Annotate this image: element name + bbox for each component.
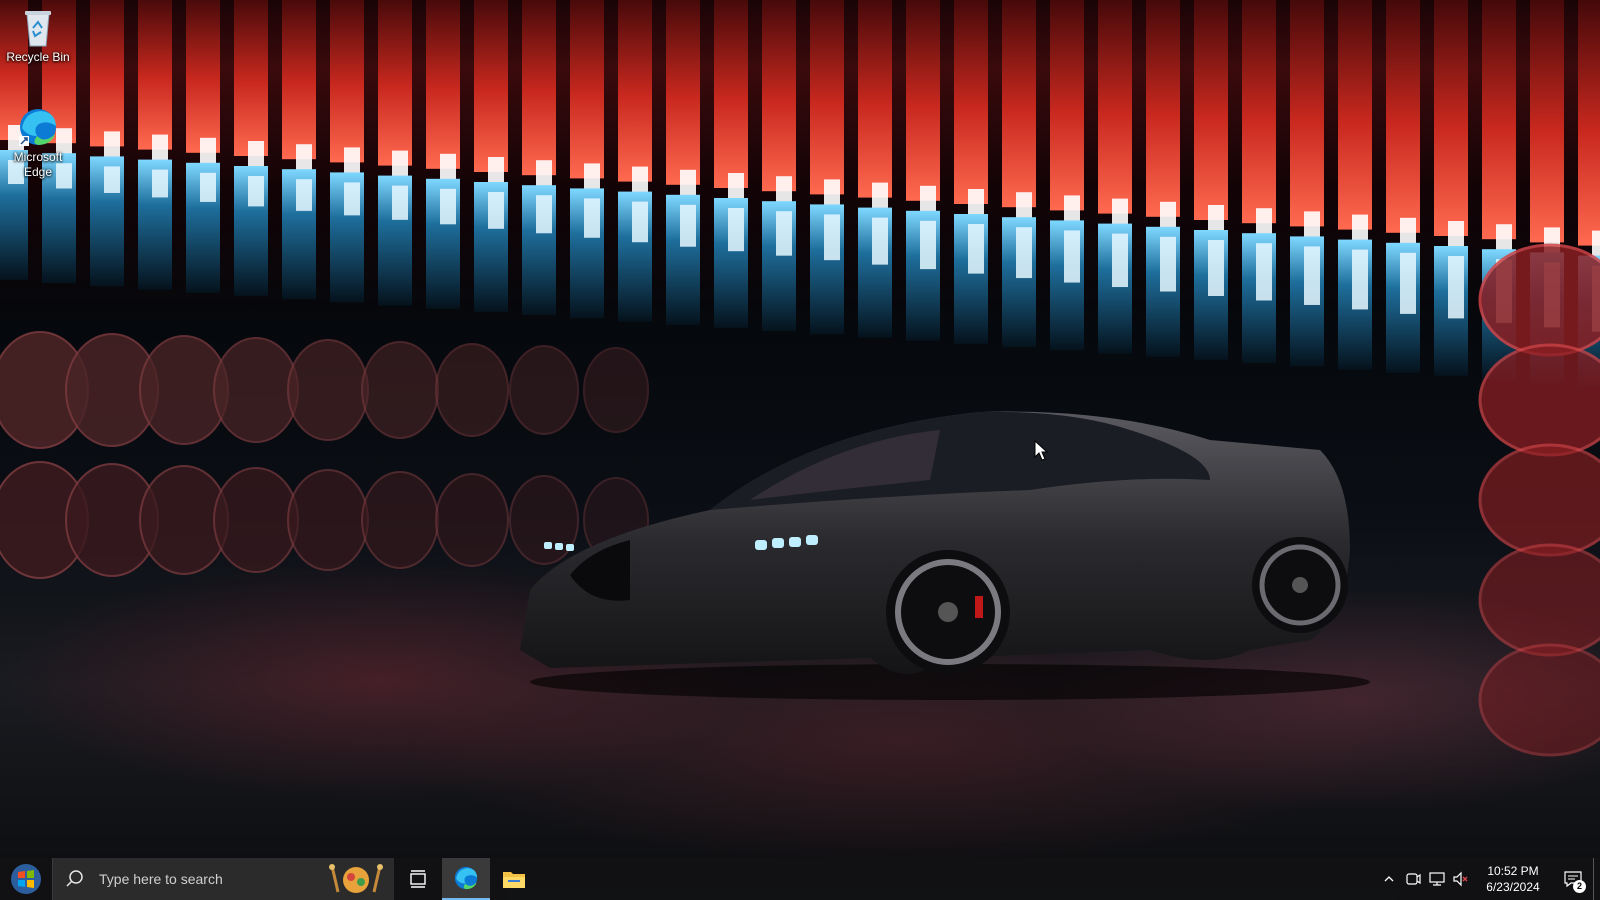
show-desktop-button[interactable] bbox=[1593, 858, 1600, 900]
taskbar: 10:52 PM 6/23/2024 2 bbox=[0, 858, 1600, 900]
notification-count-badge: 2 bbox=[1573, 880, 1586, 893]
network-icon bbox=[1429, 872, 1445, 886]
action-center-button[interactable]: 2 bbox=[1553, 858, 1593, 900]
start-button[interactable] bbox=[0, 858, 52, 900]
chevron-up-icon bbox=[1384, 876, 1394, 882]
folder-icon bbox=[503, 872, 525, 888]
edge-icon bbox=[454, 866, 478, 890]
edge-desktop-icon[interactable]: Microsoft Edge bbox=[0, 106, 76, 180]
show-hidden-icons-button[interactable] bbox=[1377, 858, 1401, 900]
search-box[interactable] bbox=[52, 858, 394, 900]
desktop-wallpaper bbox=[0, 0, 1600, 858]
wallpaper-barrels-right bbox=[1478, 243, 1600, 757]
recycle-bin-icon bbox=[25, 11, 51, 47]
search-highlight-icon bbox=[329, 864, 383, 893]
volume-button[interactable] bbox=[1449, 858, 1473, 900]
wallpaper-car bbox=[520, 411, 1370, 700]
mouse-cursor-icon bbox=[1034, 440, 1048, 461]
clock-time: 10:52 PM bbox=[1487, 864, 1539, 878]
meet-now-icon bbox=[1406, 873, 1421, 885]
search-icon bbox=[66, 870, 83, 887]
volume-muted-icon bbox=[1453, 871, 1468, 887]
task-view-button[interactable] bbox=[394, 858, 442, 900]
taskbar-file-explorer-button[interactable] bbox=[490, 858, 538, 900]
clock[interactable]: 10:52 PM 6/23/2024 bbox=[1473, 863, 1553, 895]
system-tray: 10:52 PM 6/23/2024 2 bbox=[1377, 858, 1600, 900]
windows-logo-icon bbox=[11, 864, 41, 894]
recycle-bin-desktop-icon[interactable]: Recycle Bin bbox=[0, 6, 76, 65]
meet-now-button[interactable] bbox=[1401, 858, 1425, 900]
recycle-bin-label: Recycle Bin bbox=[6, 50, 70, 64]
edge-icon bbox=[19, 109, 56, 146]
taskbar-edge-button[interactable] bbox=[442, 858, 490, 900]
search-input[interactable] bbox=[97, 870, 331, 888]
clock-date: 6/23/2024 bbox=[1486, 880, 1540, 894]
edge-label: Microsoft Edge bbox=[13, 150, 63, 179]
task-view-icon bbox=[410, 870, 426, 888]
network-button[interactable] bbox=[1425, 858, 1449, 900]
